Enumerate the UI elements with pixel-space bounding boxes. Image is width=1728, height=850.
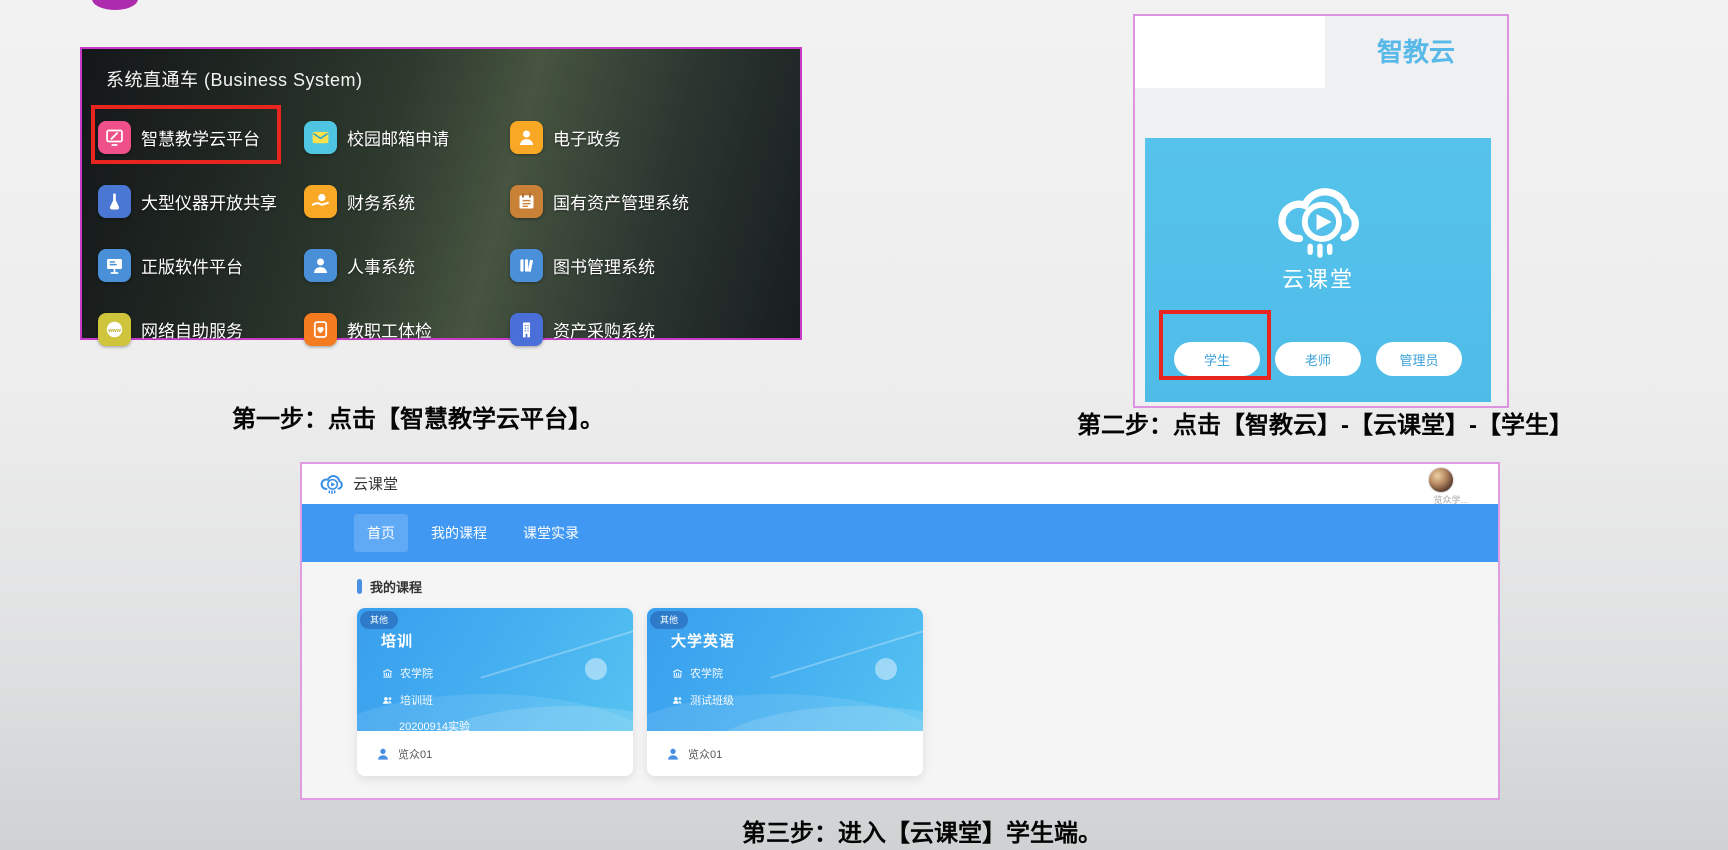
portal-header: 云课堂 览众学...	[302, 464, 1498, 504]
tab-my-courses[interactable]: 我的课程	[418, 514, 500, 552]
cloud-classroom-panel: 云课堂 览众学... 首页 我的课程 课堂实录 我的课程 其他 培训	[300, 462, 1500, 800]
app-label: 教职工体检	[347, 317, 432, 342]
username: 览众学...	[1433, 493, 1468, 506]
app-label: 大型仪器开放共享	[141, 189, 277, 214]
app-label: 校园邮箱申请	[347, 125, 449, 150]
course-college-row: 农学院	[671, 665, 723, 681]
class-group-icon	[381, 694, 394, 707]
course-title: 大学英语	[671, 630, 735, 651]
app-label: 资产采购系统	[553, 317, 655, 342]
app-item-staff-checkup[interactable]: 教职工体检	[304, 313, 510, 346]
step1-caption: 第一步：点击【智慧教学云平台】。	[232, 399, 604, 434]
zhijiaoyun-panel: 智教云 云课堂 学生 老师 管理员	[1133, 14, 1509, 408]
tab-zhijiaoyun[interactable]: 智教云	[1325, 16, 1507, 88]
blank-tab-area	[1135, 16, 1325, 88]
tab-home[interactable]: 首页	[354, 514, 408, 552]
app-item-asset-procurement[interactable]: 资产采购系统	[510, 313, 790, 346]
college-icon	[671, 667, 684, 680]
course-college: 农学院	[400, 665, 433, 681]
app-label: 图书管理系统	[553, 253, 655, 278]
section-marker	[357, 579, 362, 594]
cloud-classroom-entry-card[interactable]: 云课堂 学生 老师 管理员	[1145, 138, 1491, 402]
app-label: 网络自助服务	[141, 317, 243, 342]
app-item-licensed-software[interactable]: 正版软件平台	[98, 249, 304, 282]
app-item-e-government[interactable]: 电子政务	[510, 121, 790, 154]
business-system-panel: 系统直通车 (Business System) 智慧教学云平台 校园邮箱申请 电…	[80, 47, 802, 340]
app-item-finance-system[interactable]: 财务系统	[304, 185, 510, 218]
portal-nav: 首页 我的课程 课堂实录	[302, 504, 1498, 562]
person-icon	[510, 121, 543, 154]
app-item-instrument-sharing[interactable]: 大型仪器开放共享	[98, 185, 304, 218]
portal-content: 我的课程 其他 培训 农学院 培训班	[302, 562, 1498, 798]
course-class: 培训班	[400, 692, 433, 708]
decorative-magenta-dot	[92, 0, 138, 10]
course-card-training[interactable]: 其他 培训 农学院 培训班 20200914实验 览众01	[357, 608, 633, 776]
app-label: 电子政务	[553, 125, 621, 150]
svg-text:www: www	[107, 327, 121, 333]
app-item-library-mgmt[interactable]: 图书管理系统	[510, 249, 790, 282]
app-item-network-selfservice[interactable]: www 网络自助服务	[98, 313, 304, 346]
app-label: 正版软件平台	[141, 253, 243, 278]
course-class: 测试班级	[690, 692, 734, 708]
circle-decoration	[875, 658, 897, 680]
step2-caption: 第二步：点击【智教云】-【云课堂】-【学生】	[1077, 405, 1573, 440]
portal-title: 云课堂	[353, 473, 398, 494]
step2-highlight-rectangle	[1159, 310, 1271, 380]
app-label: 国有资产管理系统	[553, 189, 689, 214]
avatar[interactable]	[1428, 467, 1454, 493]
panel-title: 系统直通车 (Business System)	[106, 66, 363, 92]
course-card-footer: 览众01	[357, 731, 633, 776]
course-class-row: 培训班	[381, 692, 433, 708]
calendar-icon	[510, 185, 543, 218]
course-card-list: 其他 培训 农学院 培训班 20200914实验 览众01	[357, 608, 923, 776]
student-person-icon	[665, 746, 681, 762]
course-member: 览众01	[398, 746, 432, 762]
student-person-icon	[375, 746, 391, 762]
app-label: 人事系统	[347, 253, 415, 278]
line-decoration	[770, 627, 923, 679]
course-tag-badge: 其他	[650, 611, 688, 629]
cloud-play-icon	[1269, 174, 1367, 260]
person-icon	[304, 249, 337, 282]
app-item-state-asset-mgmt[interactable]: 国有资产管理系统	[510, 185, 790, 218]
teacher-button[interactable]: 老师	[1275, 342, 1361, 376]
course-member: 览众01	[688, 746, 722, 762]
software-monitor-icon	[98, 249, 131, 282]
course-tag-badge: 其他	[360, 611, 398, 629]
entry-card-title: 云课堂	[1145, 262, 1491, 294]
line-decoration	[480, 627, 633, 679]
tab-class-records[interactable]: 课堂实录	[510, 514, 592, 552]
portal-logo: 云课堂	[318, 471, 398, 495]
course-card-cover: 其他 培训 农学院 培训班 20200914实验	[357, 608, 633, 731]
cloud-play-icon	[318, 471, 345, 495]
step1-highlight-rectangle	[91, 105, 281, 164]
building-icon	[510, 313, 543, 346]
finance-icon	[304, 185, 337, 218]
mail-icon	[304, 121, 337, 154]
course-college: 农学院	[690, 665, 723, 681]
app-item-campus-mail[interactable]: 校园邮箱申请	[304, 121, 510, 154]
course-card-cover: 其他 大学英语 农学院 测试班级	[647, 608, 923, 731]
course-card-college-english[interactable]: 其他 大学英语 农学院 测试班级 览众01	[647, 608, 923, 776]
course-class-row: 测试班级	[671, 692, 734, 708]
section-title: 我的课程	[370, 577, 422, 596]
books-icon	[510, 249, 543, 282]
app-item-hr-system[interactable]: 人事系统	[304, 249, 510, 282]
admin-button[interactable]: 管理员	[1376, 342, 1462, 376]
course-card-footer: 览众01	[647, 731, 923, 776]
course-title: 培训	[381, 630, 413, 651]
course-note: 20200914实验	[399, 718, 470, 731]
globe-www-icon: www	[98, 313, 131, 346]
app-label: 财务系统	[347, 189, 415, 214]
college-icon	[381, 667, 394, 680]
instrument-icon	[98, 185, 131, 218]
health-icon	[304, 313, 337, 346]
class-group-icon	[671, 694, 684, 707]
step3-caption: 第三步：进入【云课堂】学生端。	[742, 813, 1102, 848]
course-college-row: 农学院	[381, 665, 433, 681]
circle-decoration	[585, 658, 607, 680]
section-header: 我的课程	[302, 562, 1498, 596]
